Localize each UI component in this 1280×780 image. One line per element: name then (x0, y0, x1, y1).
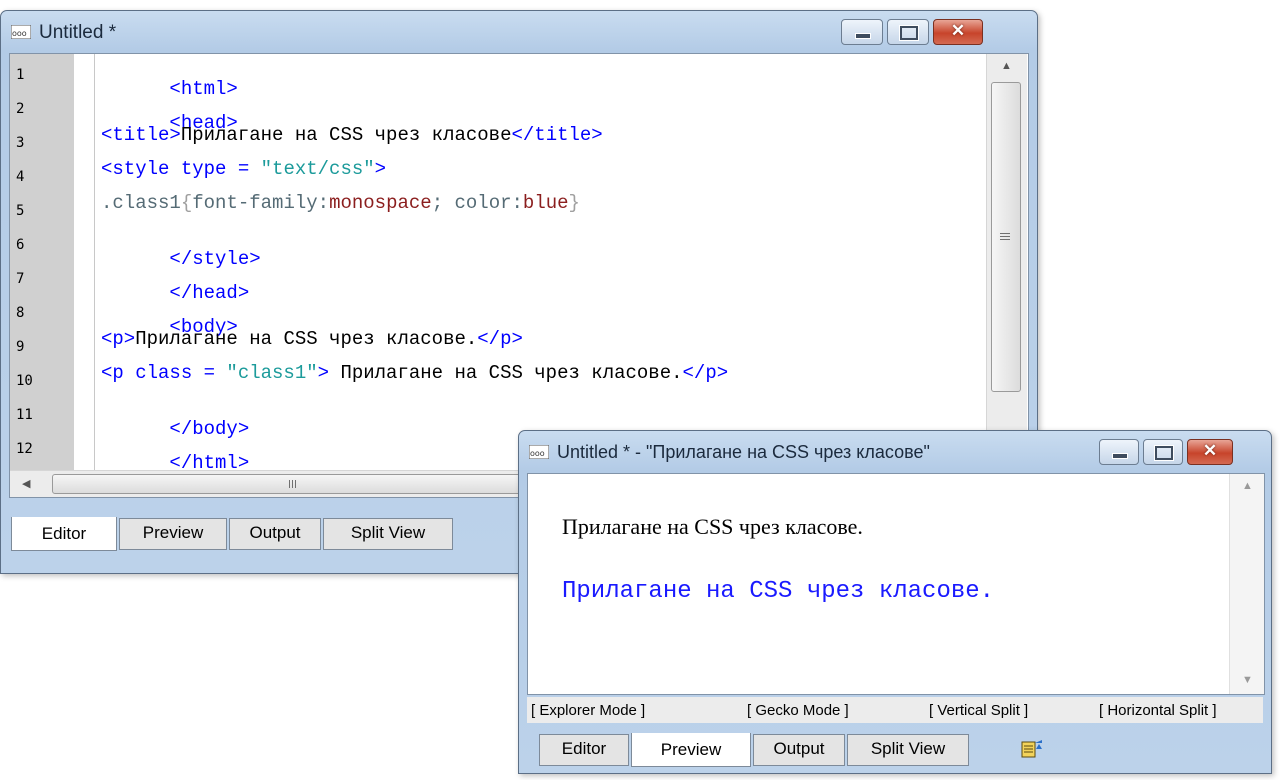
tab-editor[interactable]: Editor (539, 734, 629, 766)
code-line: </html> (169, 452, 250, 474)
line-number-gutter: 1 2 3 4 5 6 7 8 9 10 11 12 (10, 54, 74, 470)
close-button[interactable]: ✕ (933, 19, 983, 45)
preview-paragraph-default: Прилагане на CSS чрез класове. (562, 514, 863, 539)
tab-editor[interactable]: Editor (11, 517, 117, 551)
editor-view-tabs: Editor Preview Output Split View (11, 517, 531, 551)
line-number: 2 (16, 101, 25, 117)
maximize-icon (1155, 446, 1173, 460)
line-number: 1 (16, 67, 25, 83)
tab-preview[interactable]: Preview (631, 733, 751, 767)
maximize-icon (900, 26, 918, 40)
line-number: 8 (16, 305, 25, 321)
line-number: 6 (16, 237, 25, 253)
vertical-scrollbar[interactable]: ▲ (986, 54, 1027, 470)
app-icon: ooo (529, 445, 549, 459)
tab-split-view[interactable]: Split View (323, 518, 453, 550)
vertical-scroll-thumb[interactable] (991, 82, 1021, 392)
minimize-button[interactable] (1099, 439, 1139, 465)
line-number: 10 (16, 373, 33, 389)
minimize-icon (855, 33, 871, 39)
line-number: 12 (16, 441, 33, 457)
vertical-split-link[interactable]: [ Vertical Split ] (929, 702, 1028, 719)
tab-preview[interactable]: Preview (119, 518, 227, 550)
tab-output[interactable]: Output (229, 518, 321, 550)
svg-text:ooo: ooo (12, 29, 27, 38)
refresh-preview-icon[interactable] (1021, 739, 1043, 759)
code-line: <p class = "class1"> Прилагане на CSS чр… (101, 362, 729, 384)
close-button[interactable]: ✕ (1187, 439, 1233, 465)
code-line: .class1{font-family:monospace; color:blu… (101, 192, 580, 214)
maximize-button[interactable] (887, 19, 929, 45)
line-number: 3 (16, 135, 25, 151)
preview-paragraph-class1: Прилагане на CSS чрез класове. (562, 578, 995, 605)
tab-output[interactable]: Output (753, 734, 845, 766)
preview-view-tabs: Editor Preview Output Split View (539, 733, 999, 767)
close-icon: ✕ (1202, 441, 1218, 460)
line-number: 7 (16, 271, 25, 287)
scroll-down-arrow-icon[interactable]: ▼ (1242, 674, 1253, 686)
line-number: 9 (16, 339, 25, 355)
code-line: <p>Прилагане на CSS чрез класове.</p> (101, 328, 523, 350)
editor-window-title: Untitled * (39, 22, 117, 43)
horizontal-split-link[interactable]: [ Horizontal Split ] (1099, 702, 1217, 719)
close-icon: ✕ (950, 21, 966, 40)
maximize-button[interactable] (1143, 439, 1183, 465)
editor-titlebar[interactable]: ooo Untitled * ✕ (1, 11, 1037, 53)
render-mode-bar: [ Explorer Mode ] [ Gecko Mode ] [ Verti… (527, 697, 1263, 723)
minimize-button[interactable] (841, 19, 883, 45)
explorer-mode-link[interactable]: [ Explorer Mode ] (531, 702, 645, 719)
tab-split-view[interactable]: Split View (847, 734, 969, 766)
preview-vertical-scrollbar[interactable]: ▲ ▼ (1229, 474, 1264, 694)
horizontal-scroll-thumb[interactable] (52, 474, 534, 494)
minimize-icon (1112, 453, 1128, 459)
gecko-mode-link[interactable]: [ Gecko Mode ] (747, 702, 849, 719)
app-icon: ooo (11, 25, 31, 39)
scroll-left-arrow-icon[interactable]: ◀ (22, 477, 30, 490)
preview-window-title: Untitled * - "Прилагане на CSS чрез клас… (557, 442, 930, 462)
gutter-separator (94, 54, 95, 470)
code-line: <style type = "text/css"> (101, 158, 387, 180)
line-number: 5 (16, 203, 25, 219)
preview-window: ooo Untitled * - "Прилагане на CSS чрез … (518, 430, 1272, 774)
preview-pane[interactable]: Прилагане на CSS чрез класове. Прилагане… (527, 473, 1265, 695)
line-number: 4 (16, 169, 25, 185)
line-number: 11 (16, 407, 33, 423)
preview-titlebar[interactable]: ooo Untitled * - "Прилагане на CSS чрез … (519, 431, 1271, 473)
code-line: <title>Прилагане на CSS чрез класове</ti… (101, 124, 603, 146)
svg-text:ooo: ooo (530, 449, 545, 458)
scroll-up-arrow-icon[interactable]: ▲ (1242, 480, 1253, 492)
scroll-up-arrow-icon[interactable]: ▲ (1001, 60, 1012, 72)
